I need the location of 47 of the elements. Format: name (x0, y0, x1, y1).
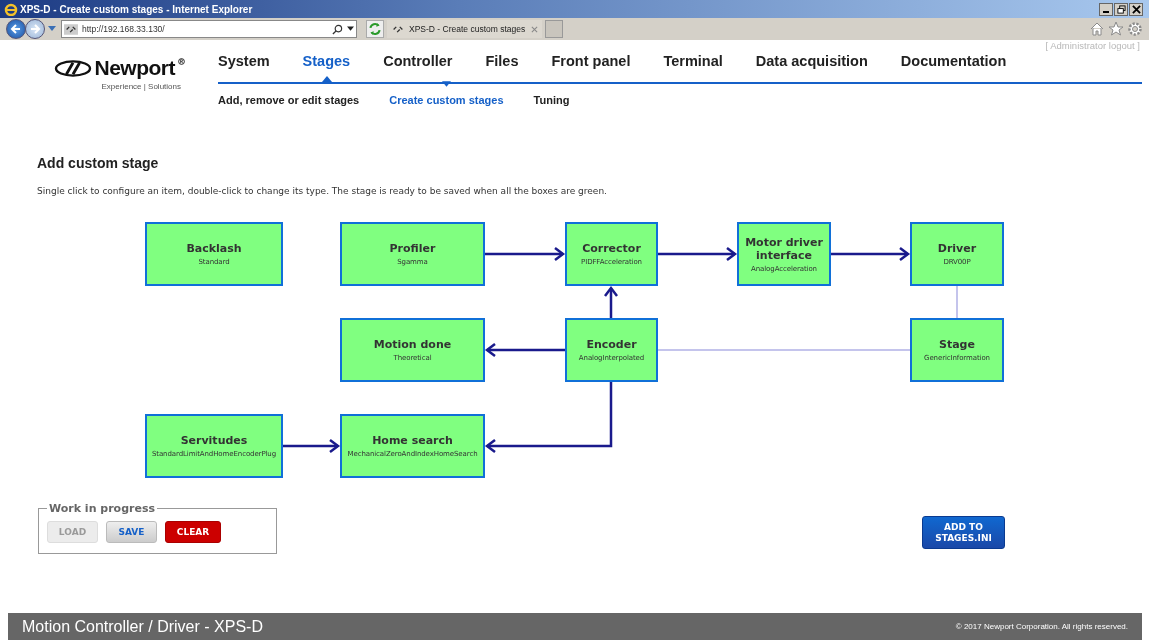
subnav-tab[interactable]: Create custom stages (389, 94, 504, 106)
nav-tab[interactable]: Front panel (551, 53, 631, 82)
action-button[interactable]: SAVE (106, 521, 157, 543)
close-icon (1131, 4, 1141, 14)
panel-legend: Work in progress (47, 502, 157, 515)
logo-icon (53, 59, 92, 77)
nav-tab[interactable]: Data acquisition (755, 53, 868, 82)
link-line (956, 285, 958, 319)
browser-tab[interactable]: XPS-D - Create custom stages (387, 20, 543, 38)
add-to-stages-button[interactable]: ADD TO STAGES.INI (922, 516, 1005, 549)
forward-arrow-icon (29, 23, 41, 35)
settings-icon[interactable] (1127, 21, 1143, 37)
forward-button[interactable] (25, 19, 45, 39)
action-button[interactable]: CLEAR (165, 521, 221, 543)
nav-tab[interactable]: Stages (302, 53, 351, 82)
back-button[interactable] (6, 19, 26, 39)
window-title: XPS-D - Create custom stages - Internet Explorer (20, 3, 253, 15)
star-icon[interactable] (1108, 21, 1124, 37)
subnav-tab[interactable]: Add, remove or edit stages (218, 94, 360, 106)
site-icon (64, 23, 78, 35)
home-icon[interactable] (1089, 21, 1105, 37)
close-button[interactable] (1129, 2, 1143, 16)
refresh-icon[interactable] (366, 20, 384, 38)
connector-arrow (283, 439, 341, 453)
back-arrow-icon (10, 23, 22, 35)
restore-icon (1116, 4, 1126, 14)
connector-arrow (604, 285, 618, 318)
logo-tagline: Experience | Solutions (101, 82, 181, 91)
search-icon[interactable] (332, 23, 343, 35)
minimize-button[interactable] (1099, 2, 1113, 16)
minimize-icon (1103, 10, 1109, 13)
registered-mark-icon (178, 58, 185, 65)
page-title: Add custom stage (37, 155, 160, 171)
logo-text: Newport (94, 56, 175, 80)
subnav-tab[interactable]: Tuning (533, 94, 570, 106)
nav-tab[interactable]: Documentation (900, 53, 1007, 82)
dropdown-arrow-icon[interactable] (347, 26, 354, 32)
address-bar[interactable]: http://192.168.33.130/ (61, 20, 357, 38)
product-name: Motion Controller / Driver - XPS-D (22, 617, 263, 636)
copyright-text: © 2017 Newport Corporation. All rights reserved. (955, 622, 1128, 631)
instructions-text: Single click to configure an item, double-click to change its type. The stage is ready to be saved when all the boxes are green. (37, 186, 608, 196)
nav-tab[interactable]: Files (485, 53, 519, 82)
browser-logo-icon (4, 2, 18, 16)
restore-button[interactable] (1114, 2, 1128, 16)
nav-tab[interactable]: System (218, 53, 270, 82)
nav-tab[interactable]: Terminal (663, 53, 723, 82)
nav-tab[interactable]: Controller (383, 53, 453, 82)
